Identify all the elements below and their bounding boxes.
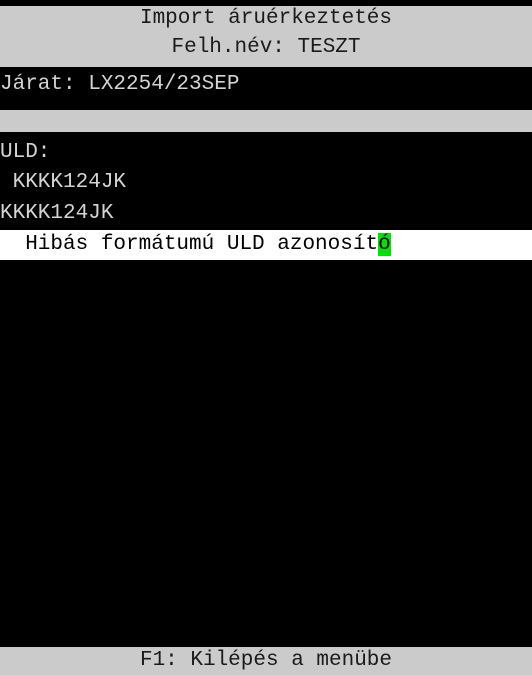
error-message-text: Hibás formátumú ULD azonosít xyxy=(0,233,379,256)
uld-label: ULD: xyxy=(0,140,532,166)
uld-input-field[interactable]: KKKK124JK xyxy=(0,201,532,227)
separator-bar xyxy=(0,110,532,132)
uld-value-display: KKKK124JK xyxy=(0,170,532,196)
terminal-screen: Import áruérkeztetés Felh.név: TESZT Jár… xyxy=(0,0,532,675)
footer-hint[interactable]: F1: Kilépés a menübe xyxy=(0,647,532,675)
screen-title: Import áruérkeztetés xyxy=(0,6,532,32)
user-name-line: Felh.név: TESZT xyxy=(0,32,532,67)
text-cursor: ó xyxy=(378,233,391,256)
error-message: Hibás formátumú ULD azonosító xyxy=(0,230,532,260)
flight-line: Járat: LX2254/23SEP xyxy=(0,72,532,98)
